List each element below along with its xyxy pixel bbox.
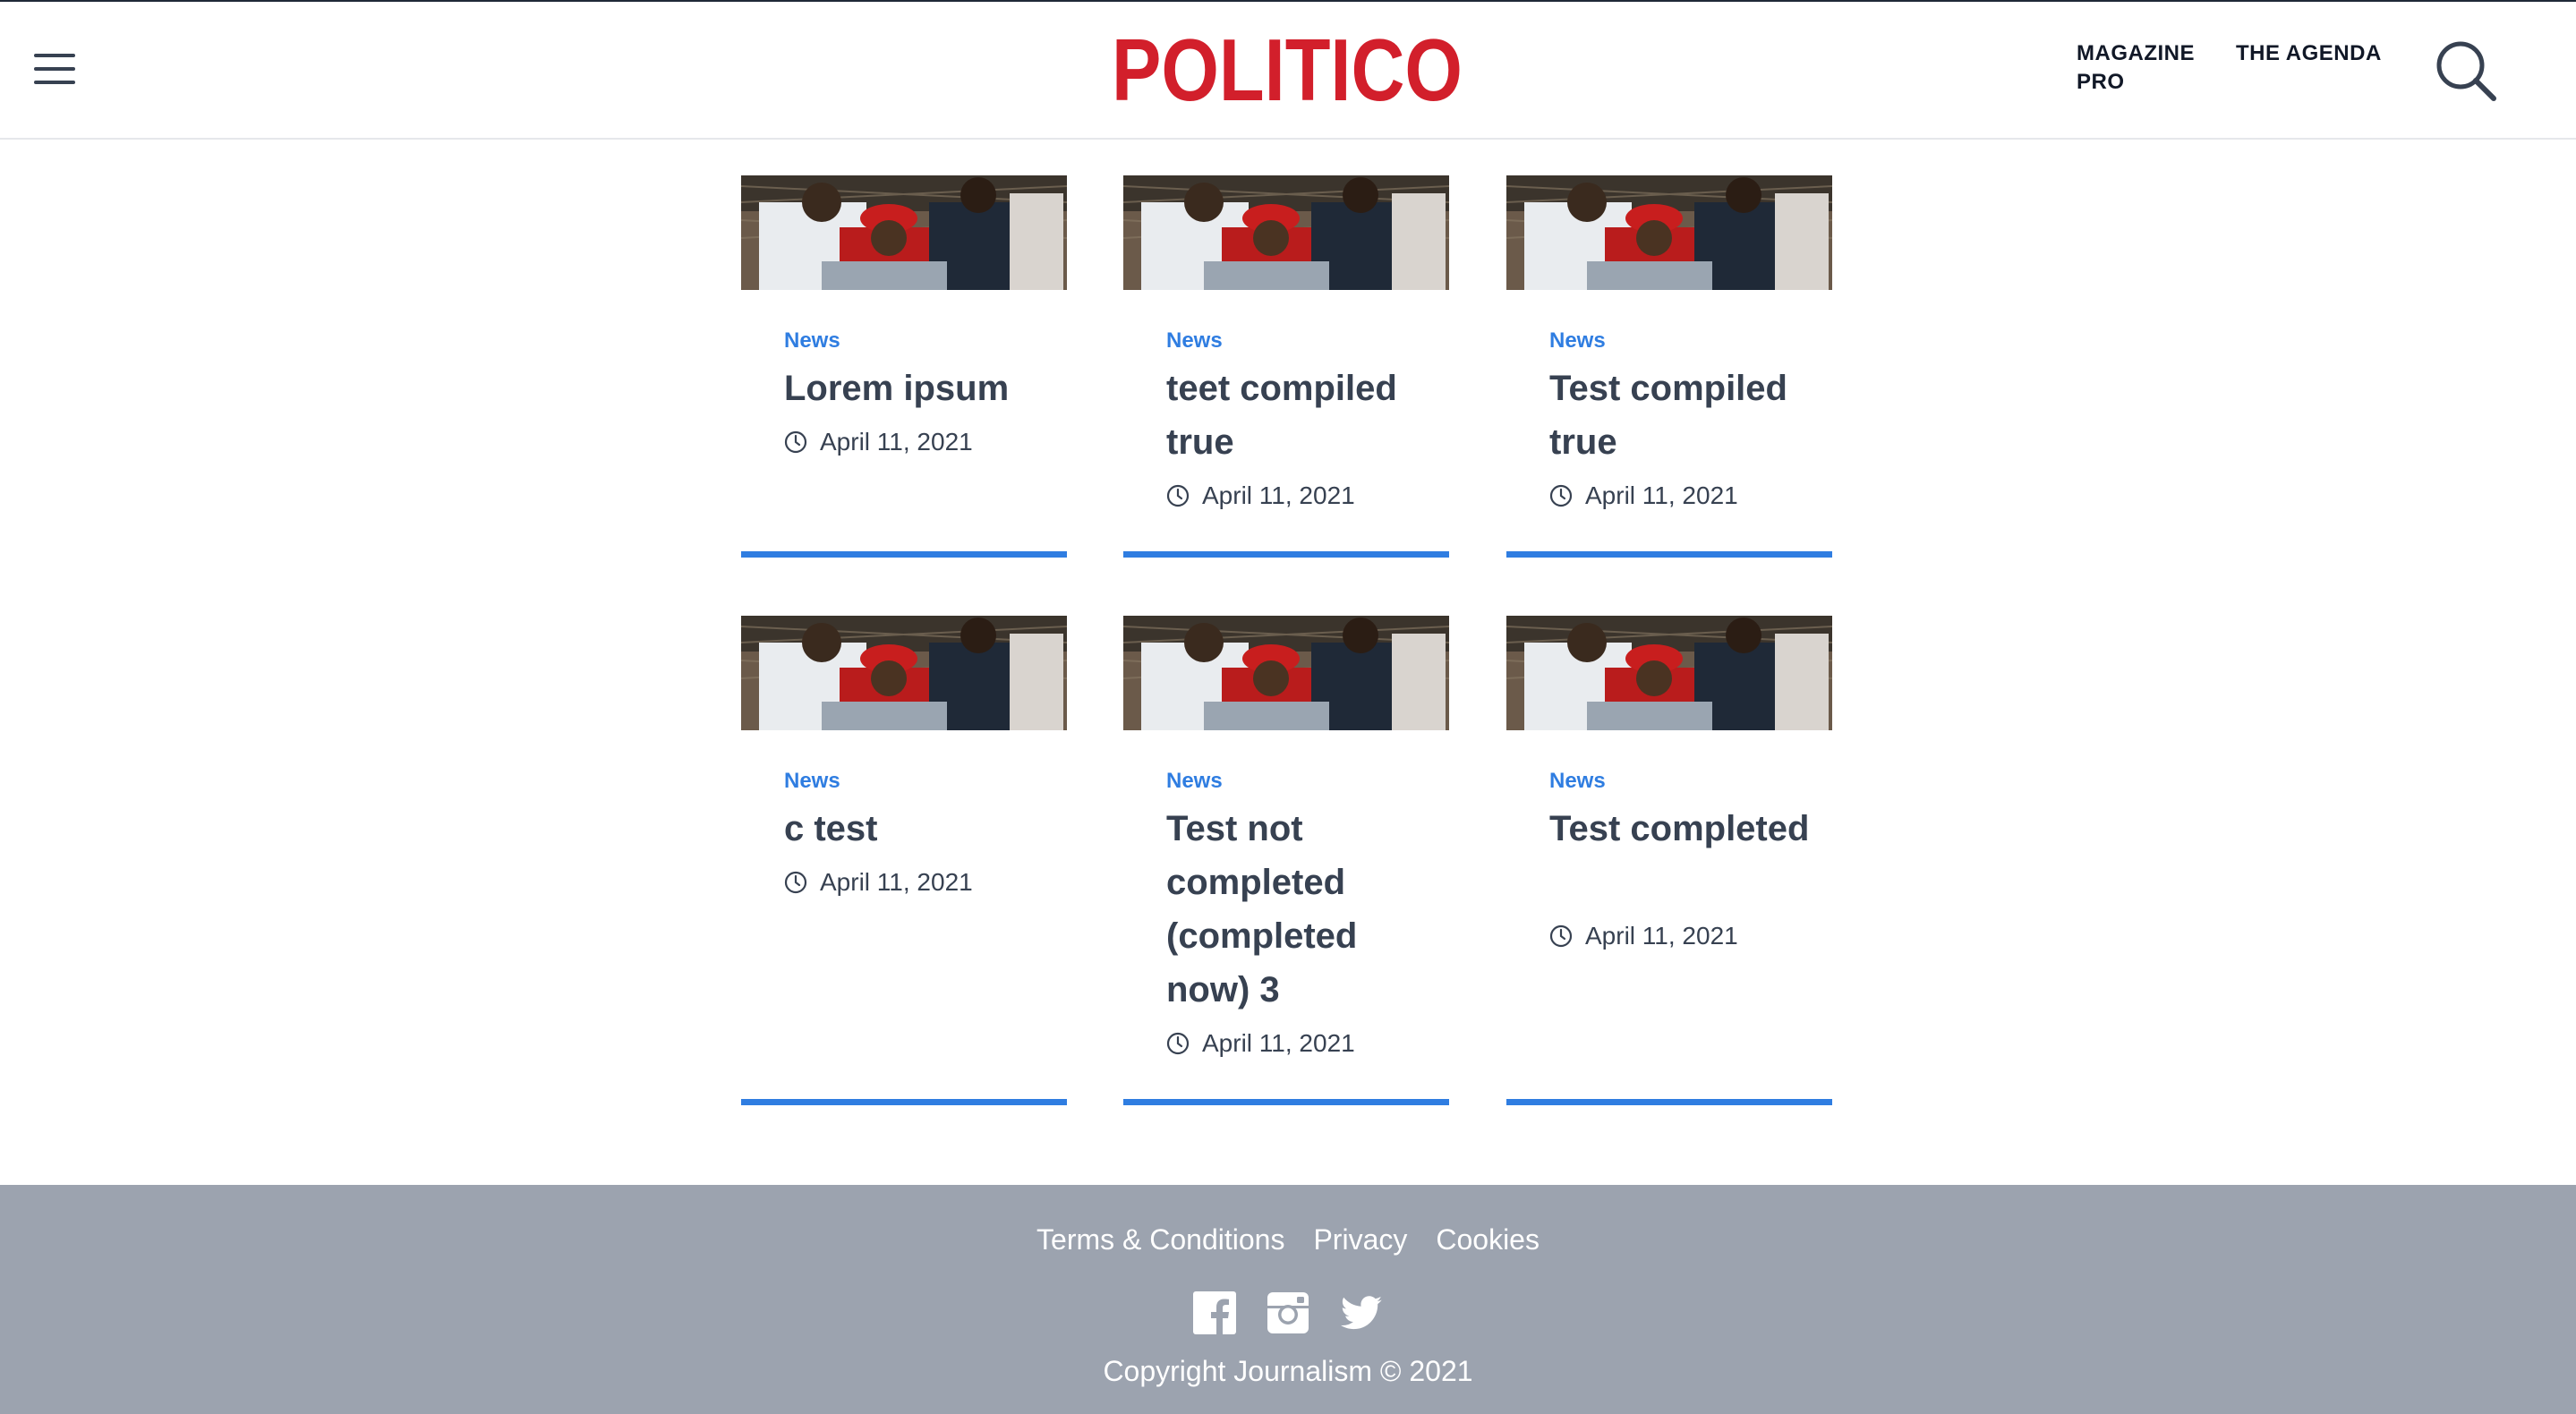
clock-icon (1166, 484, 1190, 507)
nav-the-agenda[interactable]: THE AGENDA (2236, 39, 2382, 68)
clock-icon (784, 871, 807, 894)
article-category[interactable]: News (784, 768, 840, 795)
site-footer: Terms & Conditions Privacy Cookies Copyr… (0, 1185, 2576, 1414)
article-date: April 11, 2021 (820, 428, 973, 456)
article-thumbnail[interactable] (741, 175, 1067, 290)
clock-icon (1166, 1032, 1190, 1055)
article-date: April 11, 2021 (1585, 922, 1738, 950)
article-date-row: April 11, 2021 (1166, 1026, 1355, 1061)
article-thumbnail[interactable] (1123, 175, 1449, 290)
article-date-row: April 11, 2021 (784, 865, 973, 900)
hamburger-menu-icon[interactable] (34, 50, 77, 88)
photo-placeholder (1506, 616, 1832, 730)
privacy-link[interactable]: Privacy (1313, 1219, 1407, 1260)
terms-link[interactable]: Terms & Conditions (1036, 1219, 1284, 1260)
cookies-link[interactable]: Cookies (1436, 1219, 1540, 1260)
article-thumbnail[interactable] (1506, 175, 1832, 290)
facebook-icon[interactable] (1192, 1290, 1237, 1335)
article-date-row: April 11, 2021 (1549, 918, 1738, 954)
search-icon[interactable] (2433, 38, 2499, 104)
article-category[interactable]: News (1166, 768, 1223, 795)
article-date: April 11, 2021 (1202, 1029, 1355, 1057)
photo-placeholder (741, 175, 1067, 290)
card-accent-bar (1506, 1099, 1832, 1105)
card-accent-bar (1506, 551, 1832, 558)
footer-links: Terms & Conditions Privacy Cookies (0, 1219, 2576, 1260)
article-date: April 11, 2021 (1202, 481, 1355, 509)
article-category[interactable]: News (1549, 328, 1606, 354)
article-category[interactable]: News (1549, 768, 1606, 795)
article-date: April 11, 2021 (820, 868, 973, 896)
clock-icon (1549, 924, 1573, 948)
copyright-text: Copyright Journalism © 2021 (1103, 1355, 1473, 1387)
card-accent-bar (741, 551, 1067, 558)
instagram-icon[interactable] (1266, 1290, 1310, 1335)
photo-placeholder (1123, 175, 1449, 290)
card-accent-bar (1123, 551, 1449, 558)
article-date: April 11, 2021 (1585, 481, 1738, 509)
politico-logo[interactable]: POLITICO (1110, 29, 1464, 109)
article-category[interactable]: News (1166, 328, 1223, 354)
article-title[interactable]: teet compiled true (1166, 362, 1435, 469)
clock-icon (784, 430, 807, 454)
site-header: POLITICO MAGAZINE PRO THE AGENDA (0, 2, 2576, 140)
photo-placeholder (1506, 175, 1832, 290)
article-title[interactable]: Test compiled true (1549, 362, 1818, 469)
article-thumbnail[interactable] (1123, 616, 1449, 730)
photo-placeholder (741, 616, 1067, 730)
article-date-row: April 11, 2021 (1549, 478, 1738, 514)
article-title[interactable]: Test completed (1549, 802, 1818, 856)
article-title[interactable]: Test not completed (completed now) 3 (1166, 802, 1435, 1017)
politico-logo-mark: POLITICO (1112, 29, 1463, 109)
card-accent-bar (741, 1099, 1067, 1105)
article-date-row: April 11, 2021 (1166, 478, 1355, 514)
article-date-row: April 11, 2021 (784, 424, 973, 460)
article-title[interactable]: Lorem ipsum (784, 362, 1053, 415)
article-category[interactable]: News (784, 328, 840, 354)
card-accent-bar (1123, 1099, 1449, 1105)
twitter-icon[interactable] (1339, 1290, 1384, 1335)
clock-icon (1549, 484, 1573, 507)
nav-magazine-pro[interactable]: MAGAZINE PRO (2077, 39, 2220, 97)
svg-text:POLITICO: POLITICO (1112, 29, 1463, 109)
social-links (0, 1290, 2576, 1335)
photo-placeholder (1123, 616, 1449, 730)
article-title[interactable]: c test (784, 802, 1053, 856)
article-thumbnail[interactable] (741, 616, 1067, 730)
article-thumbnail[interactable] (1506, 616, 1832, 730)
